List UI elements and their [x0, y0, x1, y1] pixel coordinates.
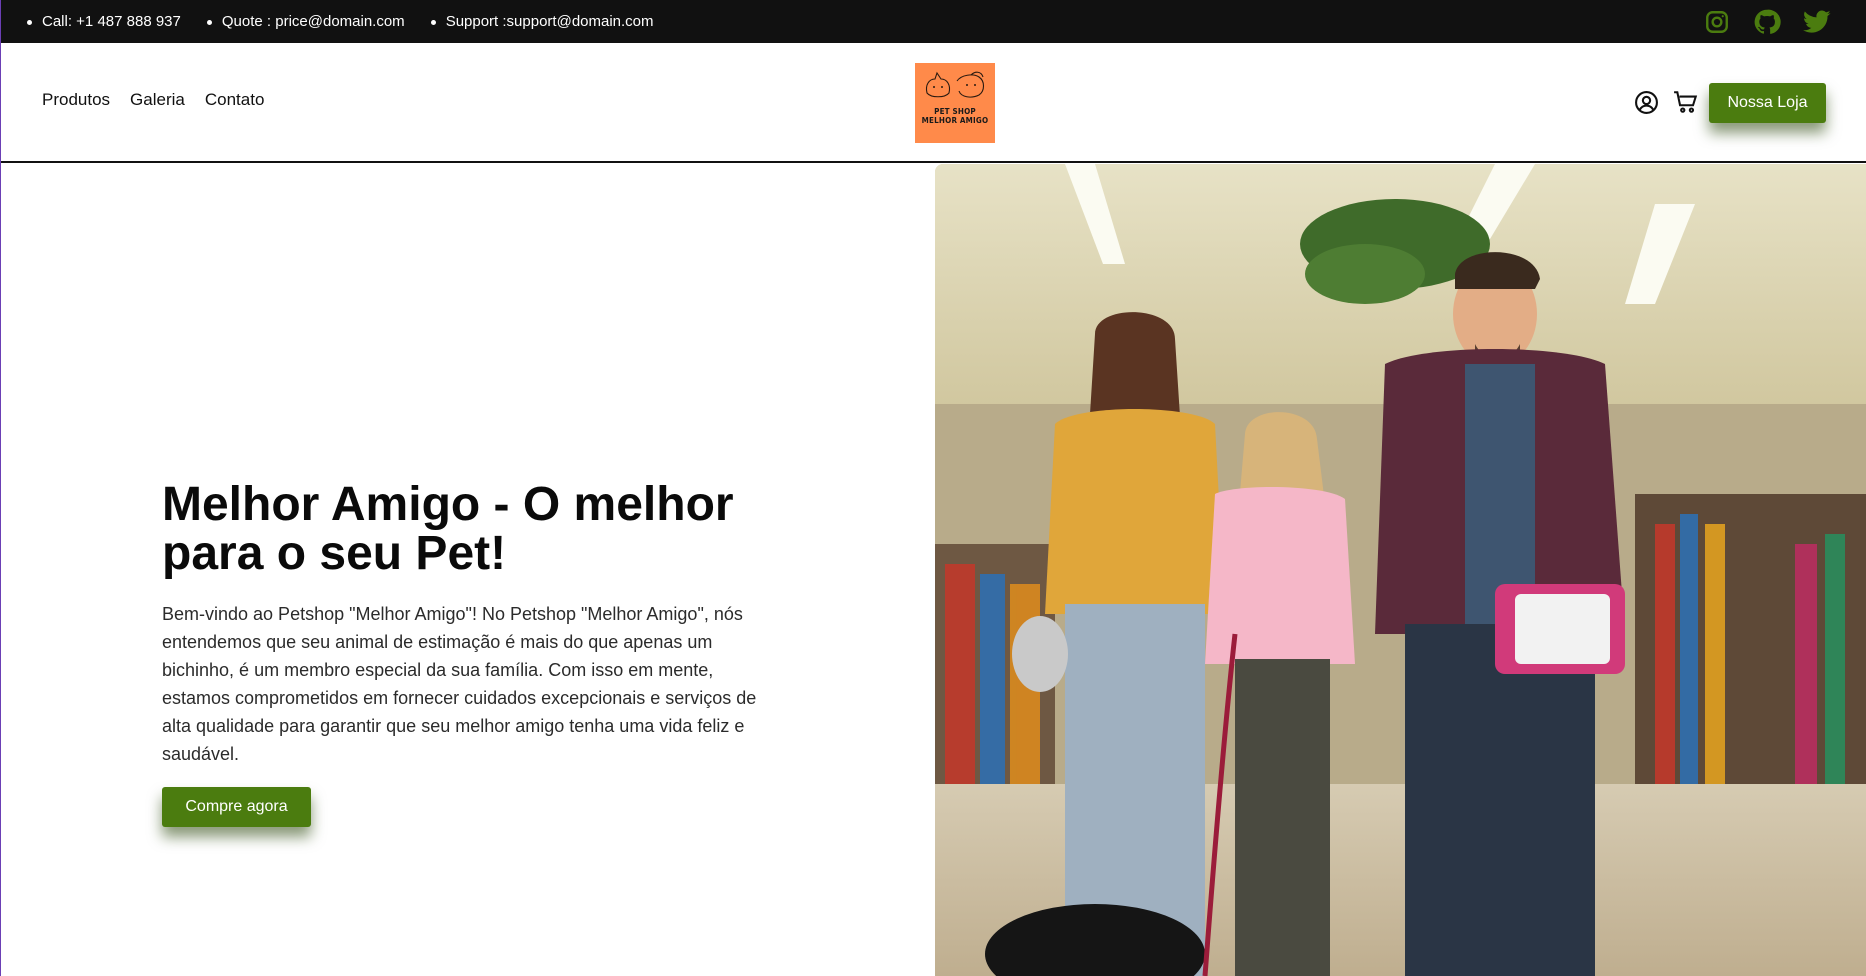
contact-quote: Quote : price@domain.com: [206, 13, 405, 30]
github-icon[interactable]: [1753, 8, 1781, 36]
hero-title: Melhor Amigo - O melhor para o seu Pet!: [162, 478, 734, 580]
hero-family-pet-store-image: [935, 164, 1866, 976]
main-header: Produtos Galeria Contato PET SHOP MELHOR…: [1, 43, 1866, 163]
main-nav: Produtos Galeria Contato: [42, 90, 264, 110]
cat-dog-logo-icon: [925, 71, 985, 98]
instagram-icon[interactable]: [1703, 8, 1731, 36]
contact-call: Call: +1 487 888 937: [27, 13, 181, 30]
twitter-icon[interactable]: [1803, 8, 1831, 36]
top-info-bar: Call: +1 487 888 937 Quote : price@domai…: [1, 0, 1866, 43]
nav-contato[interactable]: Contato: [205, 90, 265, 110]
pet-shop-logo[interactable]: PET SHOP MELHOR AMIGO: [915, 63, 995, 143]
pet-store-photo: [935, 164, 1866, 976]
nav-galeria[interactable]: Galeria: [130, 90, 185, 110]
nav-produtos[interactable]: Produtos: [42, 90, 110, 110]
logo-line-2: MELHOR AMIGO: [921, 116, 989, 125]
contact-support: Support :support@domain.com: [430, 13, 654, 30]
our-store-button[interactable]: Nossa Loja: [1709, 83, 1826, 123]
logo-line-1: PET SHOP: [934, 107, 976, 116]
buy-now-button[interactable]: Compre agora: [162, 787, 311, 827]
contact-list: Call: +1 487 888 937 Quote : price@domai…: [27, 13, 654, 30]
user-icon[interactable]: [1633, 89, 1659, 115]
social-links: [1703, 8, 1831, 36]
hero-description: Bem-vindo ao Petshop "Melhor Amigo"! No …: [162, 604, 757, 764]
header-icons: [1633, 89, 1699, 115]
cart-icon[interactable]: [1673, 89, 1699, 115]
page: Call: +1 487 888 937 Quote : price@domai…: [0, 0, 1866, 976]
